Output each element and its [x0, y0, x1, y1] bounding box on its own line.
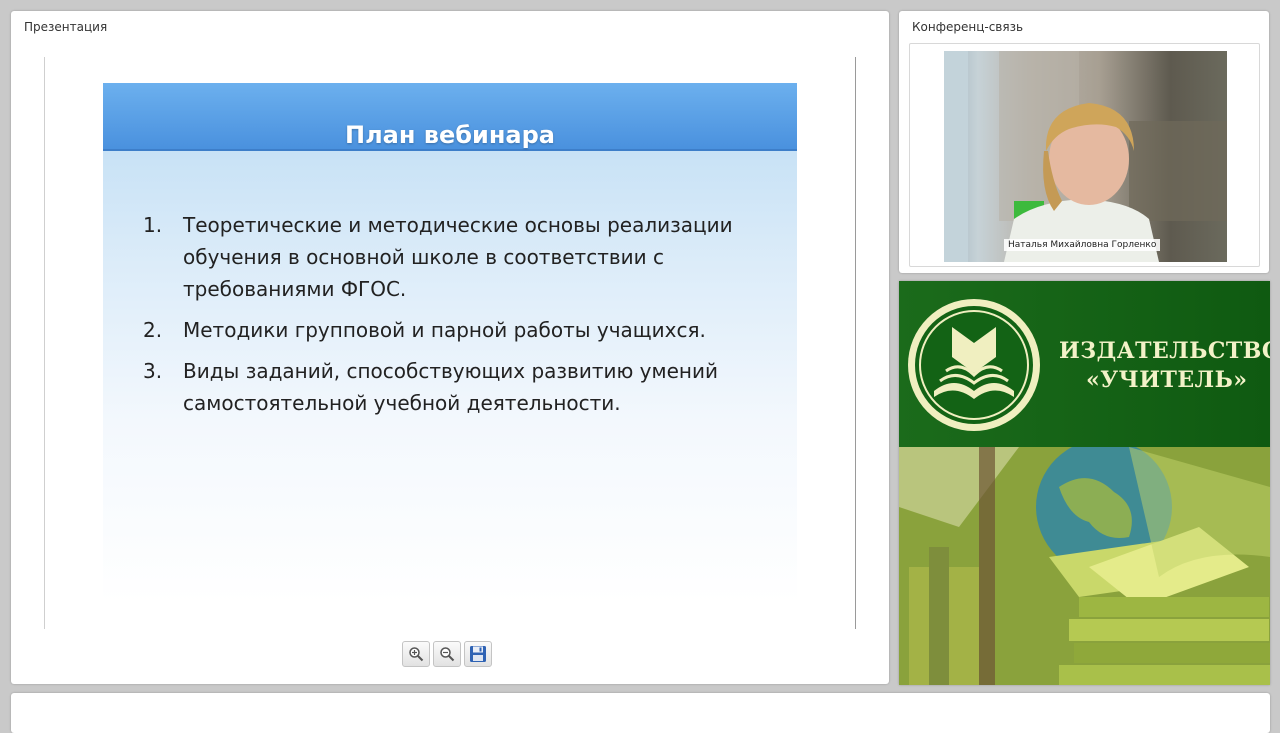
open-book-logo-icon — [908, 299, 1040, 431]
list-item-text: Методики групповой и парной работы учащи… — [183, 318, 706, 342]
slide-viewer[interactable]: План вебинара 1. Теоретические и методич… — [44, 57, 856, 629]
books-globe-image — [899, 447, 1270, 685]
slide: План вебинара 1. Теоретические и методич… — [103, 83, 797, 603]
list-item-text: Теоретические и методические основы реал… — [183, 213, 733, 301]
publisher-name: ИЗДАТЕЛЬСТВО — [1059, 338, 1270, 364]
list-item: 2. Методики групповой и парной работы уч… — [143, 314, 783, 346]
floppy-disk-icon — [470, 646, 486, 662]
presentation-panel: Презентация План вебинара 1. Теоретическ… — [11, 11, 889, 684]
participant-video[interactable]: Наталья Михайловна Горленко — [944, 51, 1227, 262]
conference-panel: Конференц-связь Наталья Михайловна Горле… — [899, 11, 1269, 273]
slide-title: План вебинара — [345, 121, 555, 149]
video-container: Наталья Михайловна Горленко — [909, 43, 1260, 267]
books-and-globe-icon — [899, 447, 1270, 685]
list-item-number: 1. — [143, 213, 163, 237]
bottom-panel — [11, 693, 1270, 733]
conference-panel-title: Конференц-связь — [912, 20, 1024, 34]
slide-list: 1. Теоретические и методические основы р… — [143, 209, 783, 428]
publisher-banner: ИЗДАТЕЛЬСТВО «УЧИТЕЛЬ» — [899, 281, 1270, 685]
presentation-panel-title: Презентация — [24, 20, 108, 34]
zoom-out-icon — [440, 647, 455, 662]
list-item-number: 3. — [143, 359, 163, 383]
publisher-banner-top: ИЗДАТЕЛЬСТВО «УЧИТЕЛЬ» — [899, 281, 1270, 447]
save-button[interactable] — [464, 641, 492, 667]
participant-silhouette-icon — [944, 51, 1227, 262]
zoom-out-button[interactable] — [433, 641, 461, 667]
presentation-toolbar — [402, 641, 492, 667]
publisher-subname: «УЧИТЕЛЬ» — [1086, 367, 1248, 393]
zoom-in-icon — [409, 647, 424, 662]
participant-name-label: Наталья Михайловна Горленко — [1004, 239, 1161, 251]
list-item-number: 2. — [143, 318, 163, 342]
list-item: 3. Виды заданий, способствующих развитию… — [143, 355, 783, 419]
list-item-text: Виды заданий, способствующих развитию ум… — [183, 359, 718, 415]
list-item: 1. Теоретические и методические основы р… — [143, 209, 783, 305]
zoom-in-button[interactable] — [402, 641, 430, 667]
